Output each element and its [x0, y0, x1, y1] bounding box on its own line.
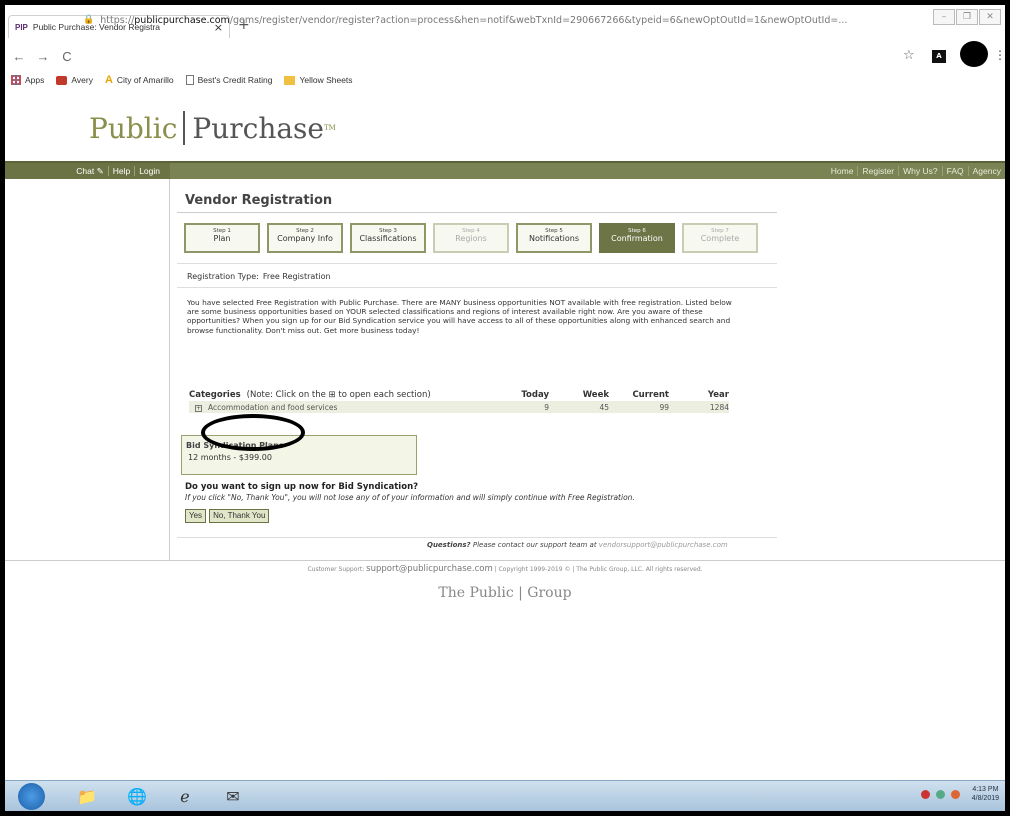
step-5[interactable]: Step 5 Notifications: [516, 223, 592, 253]
left-nav: Chat ✎ Help Login: [5, 163, 170, 179]
apps-grid-icon: [11, 75, 21, 85]
signup-info: If you click "No, Thank You", you will n…: [185, 493, 635, 502]
categories-table: Categories (Note: Click on the ⊞ to open …: [189, 389, 729, 413]
amarillo-icon: A: [104, 74, 113, 86]
step-7: Step 7 Complete: [682, 223, 758, 253]
forward-icon[interactable]: →: [33, 49, 53, 64]
nav-register[interactable]: Register: [857, 166, 898, 176]
bookmark-bests[interactable]: Best's Credit Rating: [185, 75, 272, 85]
clock[interactable]: 4:13 PM 4/8/2019: [972, 785, 999, 803]
window-controls: – ❐ ✕: [932, 9, 1001, 25]
annotation-circle: [201, 414, 305, 451]
signup-buttons: Yes No, Thank You: [185, 509, 272, 523]
bookmarks-bar: Apps Avery A City of Amarillo Best's Cred…: [5, 70, 1005, 90]
screen: PIP Public Purchase: Vendor Registra × +…: [5, 5, 1005, 811]
start-button[interactable]: [18, 783, 45, 810]
nav-faq[interactable]: FAQ: [941, 166, 968, 176]
info-paragraph: You have selected Free Registration with…: [187, 298, 732, 335]
footer-support-email[interactable]: support@publicpurchase.com: [366, 564, 493, 574]
public-group-logo: The Public | Group: [438, 585, 572, 601]
page-footer: Customer Support: support@publicpurchase…: [307, 564, 703, 574]
windows-taskbar: 📁 🌐 ℯ ✉ 4:13 PM 4/8/2019: [5, 780, 1005, 811]
restore-icon[interactable]: ❐: [956, 9, 978, 25]
pdf-extension-icon[interactable]: A: [932, 50, 946, 63]
back-icon[interactable]: ←: [9, 49, 29, 64]
site-navbar: Chat ✎ Help Login Home Register Why Us? …: [5, 161, 1005, 179]
step-3[interactable]: Step 3 Classifications: [350, 223, 426, 253]
lock-icon: 🔒: [83, 15, 95, 25]
page-title: Vendor Registration: [185, 193, 333, 208]
expand-plus-icon[interactable]: +: [195, 404, 202, 412]
tray-volume-icon[interactable]: [950, 789, 960, 799]
site-favicon-icon: PIP: [15, 22, 28, 32]
minimize-icon[interactable]: –: [933, 9, 955, 25]
url-domain: publicpurchase.com: [134, 14, 230, 26]
tray-security-icon[interactable]: [920, 789, 930, 799]
url-prefix: https://: [100, 14, 135, 26]
close-window-icon[interactable]: ✕: [979, 9, 1001, 25]
yes-button[interactable]: Yes: [185, 509, 207, 523]
questions-contact: Questions? Please contact our support te…: [427, 541, 728, 549]
public-purchase-logo[interactable]: Public Purchase TM: [89, 111, 336, 145]
step-progress: Step 1 Plan Step 2 Company Info Step 3 Clas…: [184, 223, 765, 253]
step-4: Step 4 Regions: [433, 223, 509, 253]
bookmark-yellow-sheets[interactable]: Yellow Sheets: [284, 75, 353, 85]
nav-why-us[interactable]: Why Us?: [898, 166, 941, 176]
signup-question: Do you want to sign up now for Bid Syndi…: [185, 482, 419, 492]
bookmark-star-icon[interactable]: ☆: [903, 48, 915, 63]
table-row: + Accommodation and food services 9 45 99…: [189, 401, 729, 413]
no-thank-you-button[interactable]: No, Thank You: [209, 509, 270, 523]
avery-icon: [56, 75, 68, 85]
step-2[interactable]: Step 2 Company Info: [267, 223, 343, 253]
reload-icon[interactable]: C: [57, 49, 77, 64]
toolbar: ← → C: [5, 42, 1005, 70]
bookmark-amarillo[interactable]: A City of Amarillo: [105, 74, 174, 86]
step-1[interactable]: Step 1 Plan: [184, 223, 260, 253]
nav-login[interactable]: Login: [134, 166, 164, 176]
address-bar[interactable]: 🔒 https://publicpurchase.com/gems/regist…: [83, 10, 915, 30]
file-explorer-icon[interactable]: 📁: [71, 784, 103, 809]
step-6-current: Step 6 Confirmation: [599, 223, 675, 253]
web-page: Public Purchase TM Chat ✎ Help Login Home …: [5, 90, 1005, 780]
nav-help[interactable]: Help: [107, 166, 134, 176]
profile-avatar-redaction: [960, 41, 988, 67]
registration-type-value: Free Registration: [262, 272, 331, 281]
right-nav: Home Register Why Us? FAQ Agency: [827, 163, 1005, 179]
plan-price: 12 months - $399.00: [188, 453, 272, 462]
system-tray: 4:13 PM 4/8/2019: [920, 785, 999, 803]
internet-explorer-icon[interactable]: ℯ: [169, 784, 201, 809]
chrome-icon[interactable]: 🌐: [121, 784, 153, 809]
folder-icon: [284, 75, 296, 85]
menu-kebab-icon[interactable]: ⋮: [994, 48, 1005, 62]
support-email-link[interactable]: vendorsupport@publicpurchase.com: [599, 541, 728, 549]
nav-home[interactable]: Home: [827, 166, 858, 176]
bookmark-avery[interactable]: Avery: [56, 75, 93, 85]
page-icon: [185, 75, 194, 85]
categories-header: Categories (Note: Click on the ⊞ to open …: [189, 390, 729, 400]
nav-chat[interactable]: Chat ✎: [72, 166, 107, 177]
registration-type: Registration Type: Free Registration: [187, 272, 331, 281]
left-sidebar: [5, 179, 170, 560]
nav-agency[interactable]: Agency: [967, 166, 1005, 176]
url-path: /gems/register/vendor/register?action=pr…: [229, 14, 848, 26]
tray-network-icon[interactable]: [935, 789, 945, 799]
outlook-icon[interactable]: ✉: [217, 784, 249, 809]
bookmark-apps[interactable]: Apps: [11, 75, 44, 85]
